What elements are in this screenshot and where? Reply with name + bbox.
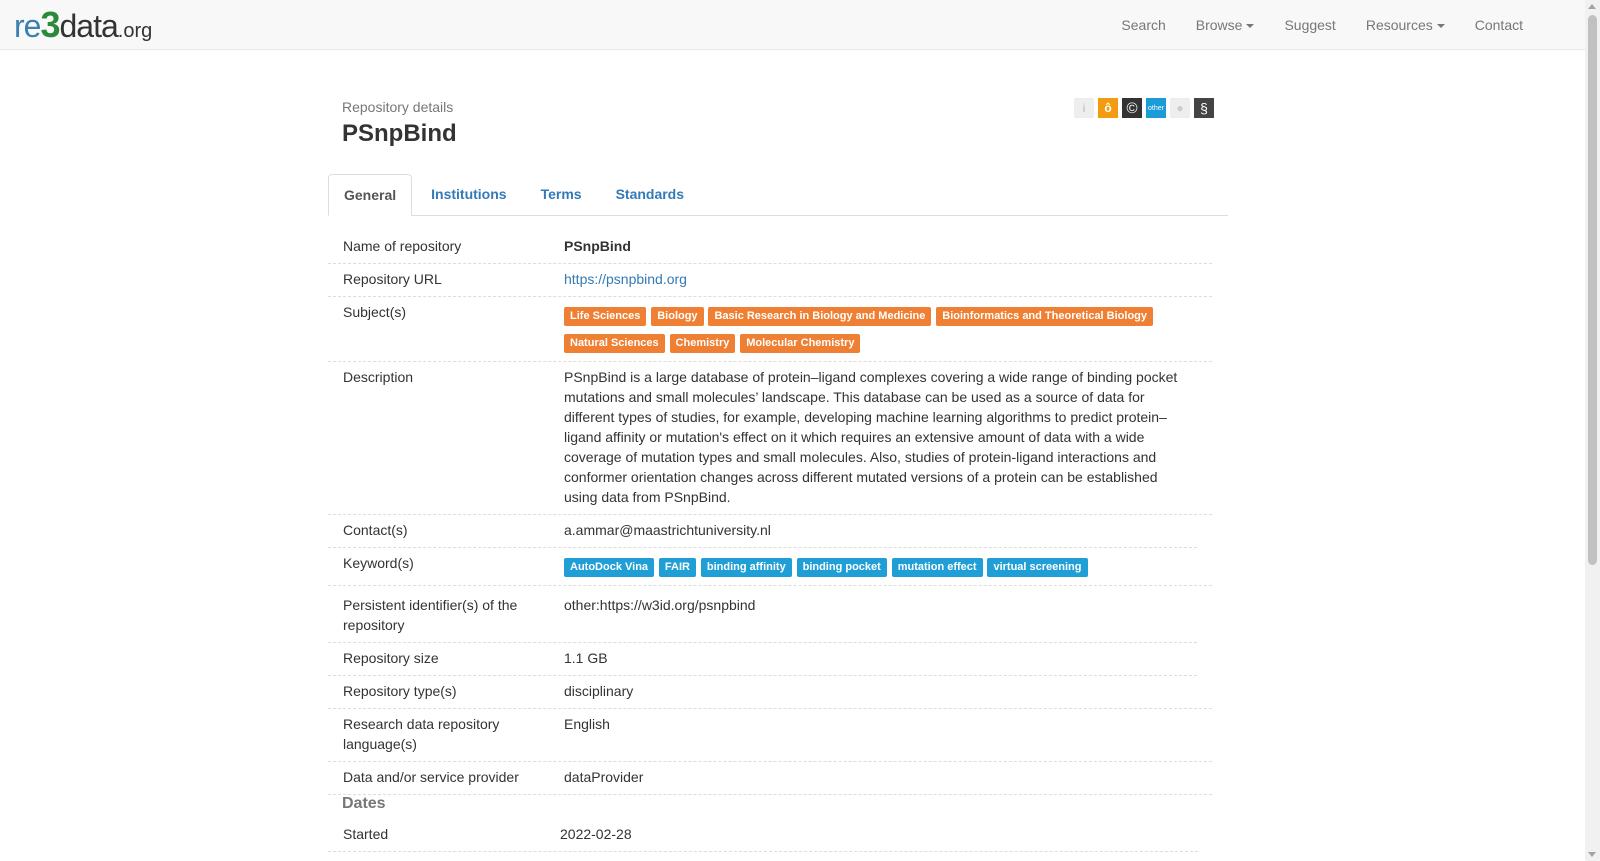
scroll-up-icon[interactable]	[1588, 4, 1596, 9]
nav-contact-label: Contact	[1474, 17, 1523, 33]
subject-tag[interactable]: Life Sciences	[564, 307, 647, 326]
subject-tags: Life Sciences Biology Basic Research in …	[564, 302, 1197, 358]
tab-terms[interactable]: Terms	[526, 174, 597, 215]
subject-tag[interactable]: Chemistry	[669, 334, 736, 353]
row-label: Repository size	[343, 650, 439, 666]
table-row: Started 2022-02-28	[328, 819, 1198, 852]
keyword-tag[interactable]: virtual screening	[987, 558, 1088, 577]
subject-tag[interactable]: Natural Sciences	[564, 334, 665, 353]
row-label: Contact(s)	[343, 522, 408, 538]
page-title: PSnpBind	[342, 120, 457, 147]
copyright-icon[interactable]: ©	[1122, 98, 1142, 118]
provider-value: dataProvider	[564, 769, 644, 785]
detail-tabs: General Institutions Terms Standards	[328, 174, 1228, 216]
table-row: Data and/or service provider dataProvide…	[328, 762, 1212, 795]
certificate-icon[interactable]: ●	[1170, 98, 1190, 118]
scroll-down-icon[interactable]	[1588, 852, 1596, 857]
table-row: Research data repository language(s) Eng…	[328, 709, 1212, 762]
main-nav: Search Browse Suggest Resources Contact	[1106, 0, 1538, 50]
tab-general[interactable]: General	[328, 174, 413, 216]
keyword-tags: AutoDock Vina FAIR binding affinity bind…	[564, 553, 1197, 582]
keyword-tag[interactable]: binding affinity	[700, 558, 792, 577]
re3data-logo[interactable]: re3data.org	[14, 4, 153, 45]
nav-browse[interactable]: Browse	[1181, 0, 1270, 50]
scrollbar-thumb[interactable]	[1588, 15, 1597, 565]
table-row: Repository size 1.1 GB	[328, 643, 1197, 676]
dates-table: Started 2022-02-28	[328, 819, 1198, 852]
row-label: Keyword(s)	[343, 555, 414, 571]
nav-suggest-label: Suggest	[1284, 17, 1336, 33]
row-label: Subject(s)	[343, 304, 407, 320]
keyword-tag[interactable]: FAIR	[658, 558, 696, 577]
subject-tag[interactable]: Biology	[651, 307, 704, 326]
nav-contact[interactable]: Contact	[1460, 0, 1538, 50]
subject-tag[interactable]: Bioinformatics and Theoretical Biology	[936, 307, 1154, 326]
table-row: Repository URL https://psnpbind.org	[328, 264, 1212, 297]
nav-resources[interactable]: Resources	[1351, 0, 1460, 50]
row-label: Repository URL	[343, 271, 442, 287]
logo-org: .org	[117, 20, 153, 42]
keyword-tag[interactable]: binding pocket	[796, 558, 887, 577]
row-label: Data and/or service provider	[343, 769, 519, 785]
info-icon[interactable]: i	[1074, 98, 1094, 118]
nav-suggest[interactable]: Suggest	[1269, 0, 1350, 50]
logo-three: 3	[40, 4, 60, 45]
row-label: Started	[343, 826, 389, 842]
dates-heading: Dates	[342, 795, 386, 812]
caret-down-icon	[1436, 24, 1445, 29]
page-scrollbar[interactable]	[1585, 0, 1600, 861]
subject-tag[interactable]: Molecular Chemistry	[740, 334, 861, 353]
description-value: PSnpBind is a large database of protein–…	[564, 369, 1178, 505]
subject-tag[interactable]: Basic Research in Biology and Medicine	[708, 307, 932, 326]
language-value: English	[564, 716, 610, 732]
table-row: Contact(s) a.ammar@maastrichtuniversity.…	[328, 515, 1197, 548]
policy-icon[interactable]: §	[1194, 98, 1214, 118]
tab-standards[interactable]: Standards	[601, 174, 699, 215]
pid-value: other:https://w3id.org/psnpbind	[564, 597, 756, 613]
general-details-table: Name of repository PSnpBind Repository U…	[328, 231, 1212, 795]
type-value: disciplinary	[564, 683, 634, 699]
repository-name-value: PSnpBind	[564, 238, 631, 254]
logo-re: re	[14, 8, 41, 44]
table-row: Subject(s) Life Sciences Biology Basic R…	[328, 297, 1212, 362]
keyword-tag[interactable]: AutoDock Vina	[564, 558, 655, 577]
row-label: Repository type(s)	[343, 683, 457, 699]
nav-resources-label: Resources	[1365, 17, 1433, 33]
contact-value: a.ammar@maastrichtuniversity.nl	[564, 522, 771, 538]
row-label: Name of repository	[343, 238, 462, 254]
table-row: Name of repository PSnpBind	[328, 231, 1212, 264]
keyword-tag[interactable]: mutation effect	[891, 558, 983, 577]
row-label: Description	[343, 369, 414, 385]
table-row: Persistent identifier(s) of the reposito…	[328, 586, 1197, 643]
repository-badges: i ô © other ● §	[1074, 98, 1214, 118]
table-row: Repository type(s) disciplinary	[328, 676, 1212, 709]
top-navbar: re3data.org Search Browse Suggest Resour…	[0, 0, 1585, 50]
caret-down-icon	[1246, 24, 1255, 29]
row-label: Research data repository language(s)	[343, 716, 500, 752]
nav-browse-label: Browse	[1195, 17, 1243, 33]
row-label: Persistent identifier(s) of the reposito…	[343, 597, 518, 633]
nav-search[interactable]: Search	[1106, 0, 1180, 50]
logo-data: data	[59, 8, 118, 44]
page-subtitle: Repository details	[342, 99, 454, 115]
table-row: Description PSnpBind is a large database…	[328, 362, 1212, 515]
tab-institutions[interactable]: Institutions	[416, 174, 521, 215]
nav-search-label: Search	[1121, 17, 1166, 33]
repository-url-link[interactable]: https://psnpbind.org	[564, 271, 687, 287]
started-value: 2022-02-28	[560, 826, 632, 842]
table-row: Keyword(s) AutoDock Vina FAIR binding af…	[328, 548, 1212, 586]
other-license-icon[interactable]: other	[1146, 98, 1166, 118]
open-access-icon[interactable]: ô	[1098, 98, 1118, 118]
size-value: 1.1 GB	[564, 650, 608, 666]
